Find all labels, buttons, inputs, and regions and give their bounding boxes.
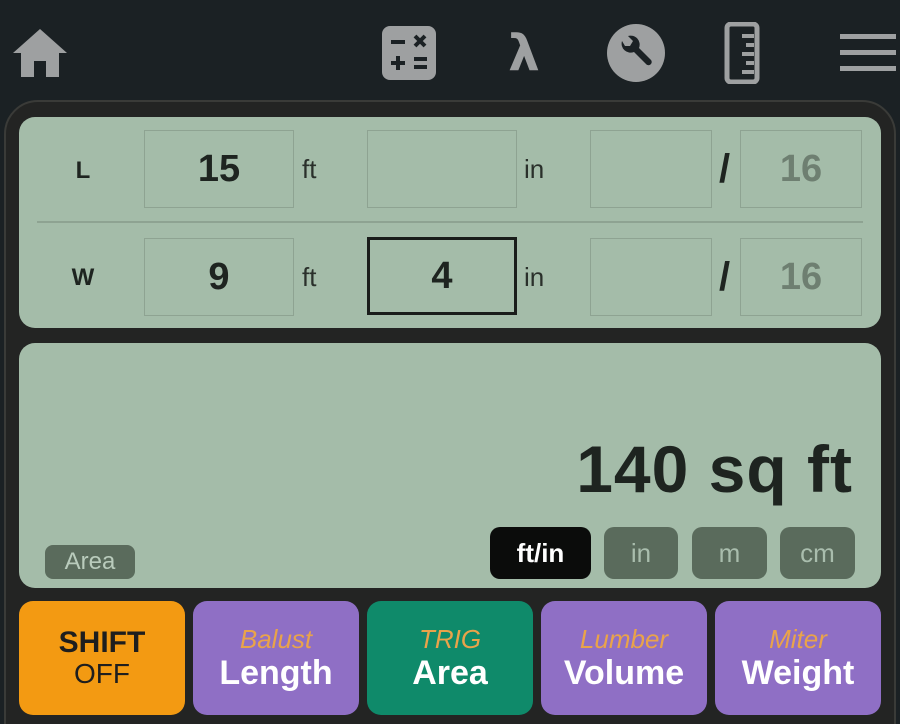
unit-button-ft-in[interactable]: ft/in (490, 527, 591, 579)
row-divider (37, 221, 863, 223)
lambda-icon[interactable]: λ (500, 22, 548, 84)
menu-icon[interactable] (840, 22, 896, 84)
result-value: 140 sq ft (576, 432, 853, 506)
length-label: L (75, 157, 91, 184)
result-display: 140 sq ft Area ft/in in m cm (19, 343, 881, 588)
unit-button-cm[interactable]: cm (780, 527, 855, 579)
weight-key[interactable]: Miter Weight (715, 601, 881, 715)
length-inches-field[interactable] (367, 130, 517, 208)
length-feet-field[interactable]: 15 (144, 130, 294, 208)
area-key[interactable]: TRIG Area (367, 601, 533, 715)
width-feet-field[interactable]: 9 (144, 238, 294, 316)
length-key[interactable]: Balust Length (193, 601, 359, 715)
mode-badge: Area (45, 545, 135, 579)
width-denominator-field[interactable]: 16 (740, 238, 862, 316)
miter-secondary-label: Miter (769, 624, 827, 654)
area-key-label: Area (412, 654, 488, 692)
dimension-input-card: L 15 ft in / 16 W 9 ft 4 in / 16 (19, 117, 881, 328)
length-inches-unit: in (524, 154, 545, 184)
length-numerator-field[interactable] (590, 130, 712, 208)
width-numerator-field[interactable] (590, 238, 712, 316)
volume-key-label: Volume (563, 654, 685, 692)
balust-secondary-label: Balust (239, 624, 313, 654)
calculator-icon[interactable] (382, 22, 436, 84)
wrench-icon[interactable] (606, 22, 666, 84)
lumber-secondary-label: Lumber (579, 624, 669, 654)
unit-button-in[interactable]: in (604, 527, 678, 579)
home-icon[interactable] (10, 22, 70, 84)
width-label: W (71, 264, 95, 291)
width-fraction-slash: / (719, 255, 731, 299)
shift-key[interactable]: SHIFT OFF (19, 601, 185, 715)
top-nav-bar: λ (0, 0, 900, 105)
length-key-label: Length (219, 654, 333, 692)
length-fraction-slash: / (719, 147, 731, 191)
volume-key[interactable]: Lumber Volume (541, 601, 707, 715)
width-inches-unit: in (524, 262, 545, 292)
unit-button-m[interactable]: m (692, 527, 767, 579)
lambda-glyph: λ (508, 24, 540, 82)
length-feet-unit: ft (302, 154, 317, 184)
trig-secondary-label: TRIG (418, 624, 482, 654)
width-feet-unit: ft (302, 262, 317, 292)
ruler-icon[interactable] (722, 22, 762, 84)
weight-key-label: Weight (741, 654, 855, 692)
shift-key-state: OFF (74, 658, 130, 689)
shift-key-label: SHIFT (58, 626, 146, 659)
length-denominator-field[interactable]: 16 (740, 130, 862, 208)
width-inches-field[interactable]: 4 (367, 237, 517, 315)
